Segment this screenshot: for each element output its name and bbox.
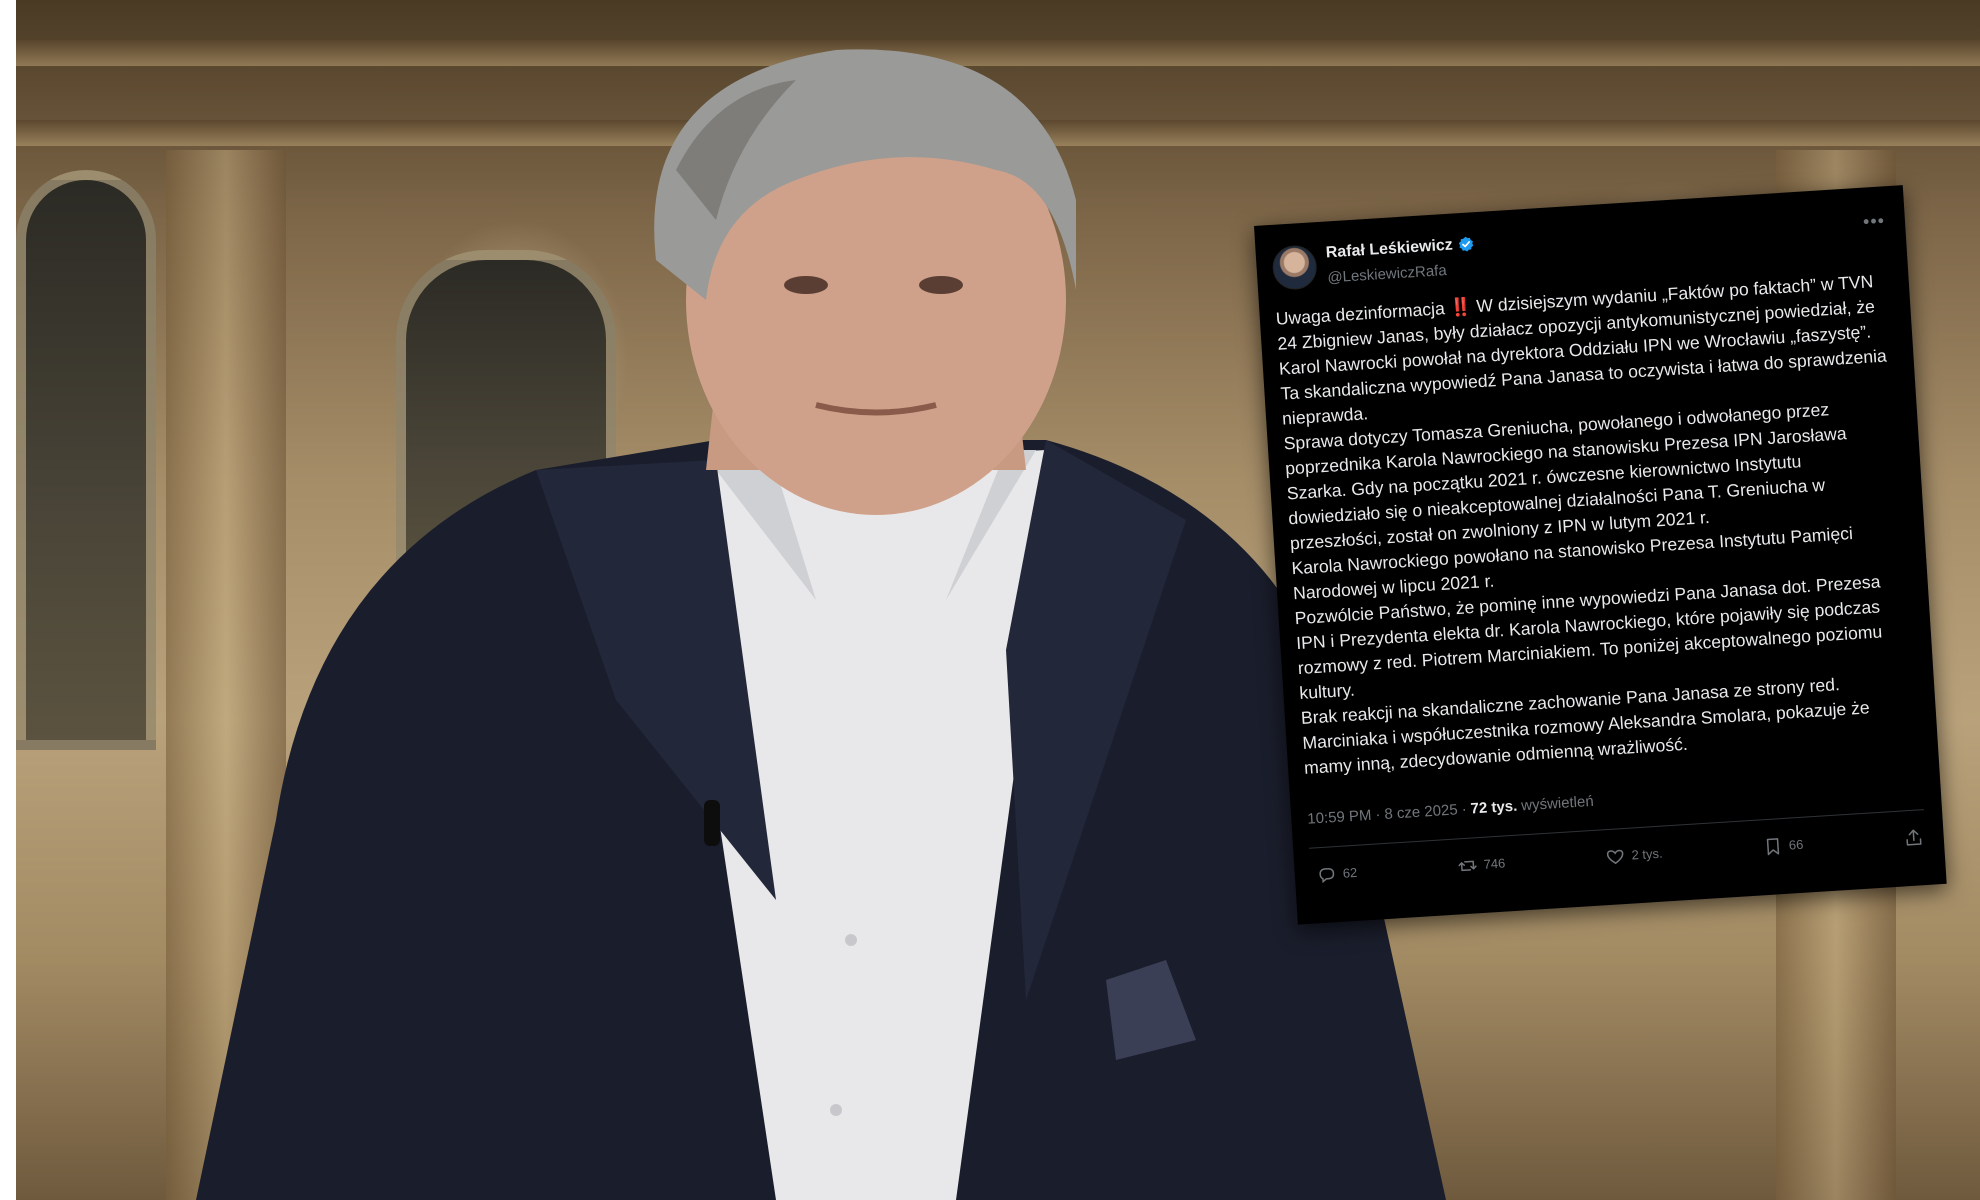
repost-icon	[1458, 860, 1477, 871]
repost-button[interactable]: 746	[1457, 851, 1506, 879]
reply-icon	[1319, 867, 1335, 883]
share-button[interactable]	[1903, 827, 1924, 848]
tweet-meta: 10:59 PM · 8 cze 2025 · 72 tys. wyświetl…	[1307, 768, 1923, 832]
meta-separator: ·	[1461, 800, 1468, 819]
like-count: 2 tys.	[1631, 845, 1664, 863]
bookmark-button[interactable]: 66	[1762, 832, 1804, 859]
tweet-time[interactable]: 10:59 PM	[1307, 803, 1373, 832]
repost-count: 746	[1483, 855, 1506, 872]
views-label: wyświetleń	[1520, 792, 1595, 815]
verified-badge-icon	[1459, 236, 1474, 252]
tweet-date[interactable]: 8 cze 2025	[1384, 797, 1459, 827]
meta-separator: ·	[1374, 806, 1381, 824]
user-block: Rafał Leśkiewicz @LeskiewiczRafa	[1325, 231, 1477, 290]
double-exclamation-icon: ‼️	[1448, 296, 1473, 318]
reply-count: 62	[1342, 864, 1358, 881]
bookmark-icon	[1766, 837, 1780, 855]
views-count: 72 tys.	[1470, 797, 1518, 818]
tweet-card[interactable]: Rafał Leśkiewicz @LeskiewiczRafa ••• Uwa…	[1254, 185, 1947, 925]
tweet-text: Uwaga dezinformacja ‼️ W dzisiejszym wyd…	[1275, 268, 1920, 781]
reply-button[interactable]: 62	[1316, 860, 1358, 887]
tweet-actions: 62 746 2 tys. 66	[1310, 824, 1926, 888]
heart-icon	[1607, 849, 1624, 864]
bookmark-count: 66	[1788, 836, 1804, 853]
more-dots-icon[interactable]: •••	[1862, 208, 1885, 234]
share-icon	[1906, 829, 1922, 846]
avatar[interactable]	[1271, 244, 1319, 291]
like-button[interactable]: 2 tys.	[1605, 841, 1664, 870]
